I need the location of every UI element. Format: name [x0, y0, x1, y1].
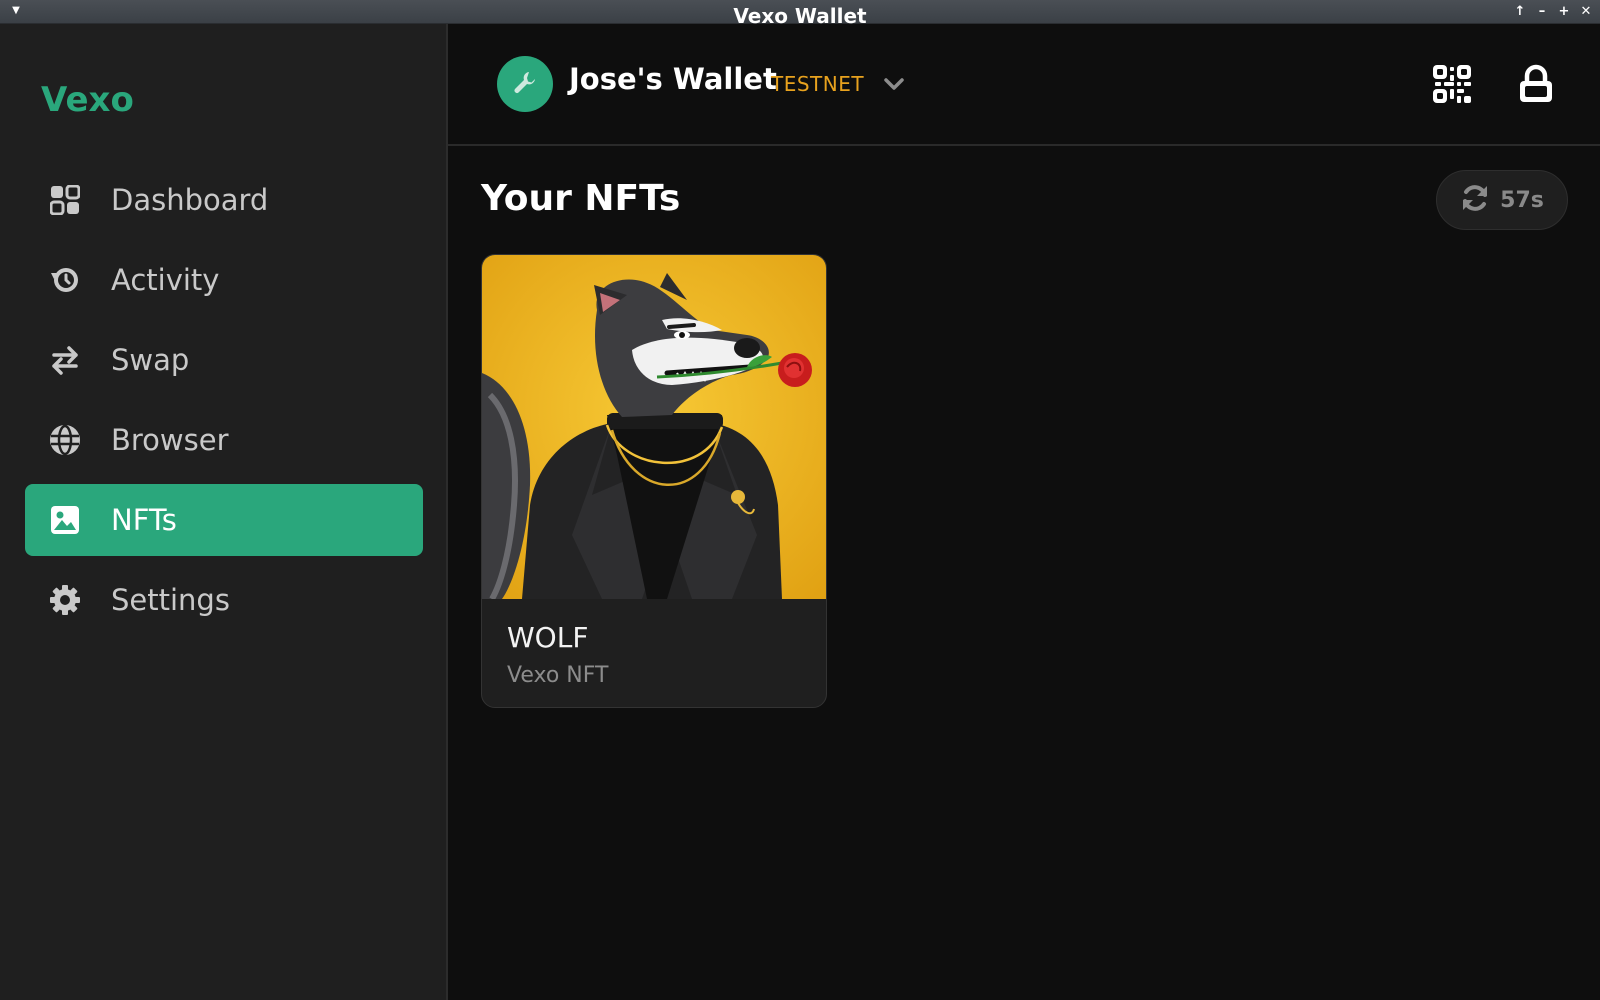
- window-minimize-icon[interactable]: –: [1534, 4, 1550, 20]
- window-maximize-icon[interactable]: +: [1556, 4, 1572, 20]
- window-titlebar: ▼ Vexo Wallet ↑ – + ✕: [0, 0, 1600, 24]
- sidebar-item-label: Activity: [111, 263, 220, 297]
- refresh-countdown: 57s: [1500, 187, 1544, 213]
- main-content: Jose's Wallet TESTNET Your NFTs 57s WOLF…: [448, 24, 1600, 1000]
- nft-collection: Vexo NFT: [507, 663, 609, 688]
- sidebar-item-label: Swap: [111, 343, 190, 377]
- sidebar-item-browser[interactable]: Browser: [25, 404, 423, 476]
- refresh-icon: [1460, 183, 1490, 217]
- refresh-button[interactable]: 57s: [1436, 170, 1568, 230]
- sidebar-nav: Dashboard Activity Swap Browser NFTs Set…: [25, 164, 423, 644]
- lock-icon[interactable]: [1518, 64, 1554, 104]
- nft-card[interactable]: WOLF Vexo NFT: [481, 254, 827, 708]
- wallet-avatar[interactable]: [497, 56, 553, 112]
- gear-icon: [49, 584, 81, 616]
- image-icon: [49, 504, 81, 536]
- brand-logo: Vexo: [41, 80, 134, 120]
- window-title: Vexo Wallet: [733, 4, 867, 24]
- wallet-header: Jose's Wallet TESTNET: [448, 24, 1600, 146]
- nft-name: WOLF: [507, 621, 589, 654]
- dashboard-icon: [49, 184, 81, 216]
- sidebar-item-label: Browser: [111, 423, 229, 457]
- nft-image: [482, 255, 826, 601]
- window-close-icon[interactable]: ✕: [1578, 4, 1594, 20]
- window-controls: ↑ – + ✕: [1512, 4, 1594, 20]
- network-badge: TESTNET: [771, 72, 865, 96]
- sidebar: Vexo Dashboard Activity Swap Browser NFT…: [0, 24, 448, 1000]
- sidebar-item-nfts[interactable]: NFTs: [25, 484, 423, 556]
- window-raise-icon[interactable]: ↑: [1512, 4, 1528, 20]
- sidebar-item-label: Settings: [111, 583, 230, 617]
- swap-arrows-icon: [49, 344, 81, 376]
- chevron-down-icon[interactable]: [880, 70, 908, 98]
- wallet-name[interactable]: Jose's Wallet: [569, 62, 777, 96]
- history-icon: [49, 264, 81, 296]
- qr-code-icon[interactable]: [1432, 64, 1472, 104]
- globe-icon: [49, 424, 81, 456]
- sidebar-item-label: Dashboard: [111, 183, 269, 217]
- wrench-icon: [512, 69, 538, 99]
- sidebar-item-dashboard[interactable]: Dashboard: [25, 164, 423, 236]
- sidebar-item-swap[interactable]: Swap: [25, 324, 423, 396]
- sidebar-item-activity[interactable]: Activity: [25, 244, 423, 316]
- sidebar-item-label: NFTs: [111, 503, 177, 537]
- page-title: Your NFTs: [481, 178, 681, 219]
- sidebar-item-settings[interactable]: Settings: [25, 564, 423, 636]
